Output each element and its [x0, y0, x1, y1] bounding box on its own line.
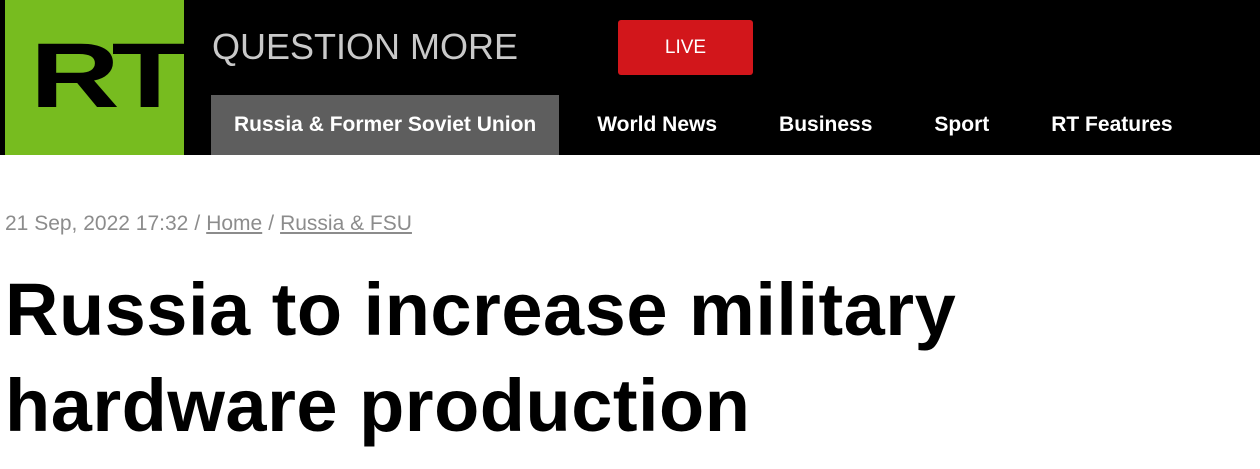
main-nav: Russia & Former Soviet Union World News … [211, 95, 1173, 155]
nav-item-rt-features[interactable]: RT Features [1051, 95, 1172, 155]
breadcrumb-separator: / [194, 212, 201, 235]
live-button[interactable]: LIVE [618, 20, 753, 75]
article-date: 21 Sep, 2022 17:32 [5, 212, 189, 235]
site-header: RT QUESTION MORE LIVE Russia & Former So… [0, 0, 1260, 155]
nav-item-sport[interactable]: Sport [934, 95, 989, 155]
breadcrumb-separator: / [268, 212, 275, 235]
tagline: QUESTION MORE [212, 26, 519, 67]
nav-item-business[interactable]: Business [779, 95, 872, 155]
nav-item-russia-fsu[interactable]: Russia & Former Soviet Union [211, 95, 560, 155]
article-headline: Russia to increase military hardware pro… [5, 268, 957, 447]
breadcrumb-home-link[interactable]: Home [206, 212, 262, 235]
logo-text: RT [30, 25, 184, 127]
breadcrumb-section-link[interactable]: Russia & FSU [280, 212, 412, 235]
rt-logo[interactable]: RT [5, 0, 184, 155]
nav-item-world-news[interactable]: World News [597, 95, 717, 155]
breadcrumb: 21 Sep, 2022 17:32/Home / Russia & FSU [5, 211, 412, 237]
